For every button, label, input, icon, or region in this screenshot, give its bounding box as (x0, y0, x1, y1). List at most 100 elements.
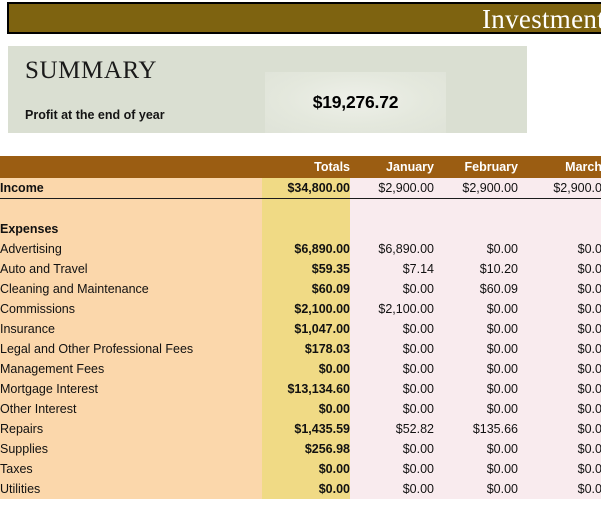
cell-march[interactable]: $0.0 (518, 239, 601, 259)
column-header-label[interactable] (0, 156, 262, 178)
cell-february[interactable]: $0.00 (434, 299, 518, 319)
cell-february[interactable]: $135.66 (434, 419, 518, 439)
cell-march[interactable]: $0.0 (518, 439, 601, 459)
row-label[interactable]: Repairs (0, 419, 262, 439)
table-row[interactable]: Auto and Travel $59.35 $7.14 $10.20 $0.0 (0, 259, 601, 279)
row-label[interactable]: Mortgage Interest (0, 379, 262, 399)
cell-march[interactable]: $0.0 (518, 459, 601, 479)
table-row[interactable]: Taxes $0.00 $0.00 $0.00 $0.0 (0, 459, 601, 479)
table-row[interactable]: Repairs $1,435.59 $52.82 $135.66 $0.0 (0, 419, 601, 439)
row-label[interactable]: Management Fees (0, 359, 262, 379)
row-label[interactable]: Supplies (0, 439, 262, 459)
cell-march[interactable]: $0.0 (518, 279, 601, 299)
cell-march[interactable]: $0.0 (518, 319, 601, 339)
table-row[interactable]: Commissions $2,100.00 $2,100.00 $0.00 $0.0 (0, 299, 601, 319)
cell-february[interactable]: $60.09 (434, 279, 518, 299)
cell-january[interactable]: $0.00 (350, 459, 434, 479)
cell-march[interactable]: $0.0 (518, 359, 601, 379)
table-row[interactable]: Legal and Other Professional Fees $178.03… (0, 339, 601, 359)
table-row[interactable]: Management Fees $0.00 $0.00 $0.00 $0.0 (0, 359, 601, 379)
title-banner: Investment (7, 2, 601, 34)
cell-january[interactable]: $2,900.00 (350, 178, 434, 199)
cell-february[interactable]: $0.00 (434, 479, 518, 499)
summary-panel: SUMMARY Profit at the end of year $19,27… (8, 46, 527, 133)
cell-totals[interactable]: $256.98 (262, 439, 350, 459)
cell-totals[interactable]: $0.00 (262, 479, 350, 499)
table-row[interactable]: Insurance $1,047.00 $0.00 $0.00 $0.0 (0, 319, 601, 339)
cell-totals[interactable]: $0.00 (262, 359, 350, 379)
section-march[interactable] (518, 219, 601, 239)
table-row[interactable]: Advertising $6,890.00 $6,890.00 $0.00 $0.0 (0, 239, 601, 259)
cell-march[interactable]: $0.0 (518, 339, 601, 359)
cell-totals[interactable]: $1,435.59 (262, 419, 350, 439)
row-label[interactable]: Legal and Other Professional Fees (0, 339, 262, 359)
cell-totals[interactable]: $60.09 (262, 279, 350, 299)
profit-value: $19,276.72 (312, 92, 399, 112)
cell-march[interactable]: $2,900.0 (518, 178, 601, 199)
cell-february[interactable]: $0.00 (434, 439, 518, 459)
cell-march[interactable]: $0.0 (518, 419, 601, 439)
cell-february[interactable]: $0.00 (434, 339, 518, 359)
cell-february[interactable]: $0.00 (434, 459, 518, 479)
cell-totals[interactable]: $6,890.00 (262, 239, 350, 259)
section-label[interactable]: Expenses (0, 219, 262, 239)
cell-january[interactable]: $7.14 (350, 259, 434, 279)
cell-january[interactable]: $0.00 (350, 439, 434, 459)
cell-february[interactable]: $0.00 (434, 359, 518, 379)
cell-february[interactable]: $10.20 (434, 259, 518, 279)
table-header: Totals January February March (0, 156, 601, 178)
column-header-february[interactable]: February (434, 156, 518, 178)
column-header-january[interactable]: January (350, 156, 434, 178)
table-row[interactable]: Cleaning and Maintenance $60.09 $0.00 $60.0… (0, 279, 601, 299)
cell-march[interactable]: $0.0 (518, 379, 601, 399)
row-label[interactable]: Other Interest (0, 399, 262, 419)
cell-january[interactable]: $0.00 (350, 279, 434, 299)
cell-totals[interactable]: $34,800.00 (262, 178, 350, 199)
cell-totals[interactable]: $178.03 (262, 339, 350, 359)
table-row-income[interactable]: Income $34,800.00 $2,900.00 $2,900.00 $2… (0, 178, 601, 199)
table-row[interactable]: Supplies $256.98 $0.00 $0.00 $0.0 (0, 439, 601, 459)
row-label[interactable]: Income (0, 178, 262, 199)
row-label[interactable]: Advertising (0, 239, 262, 259)
cell-february[interactable]: $0.00 (434, 379, 518, 399)
row-label[interactable]: Cleaning and Maintenance (0, 279, 262, 299)
column-header-totals[interactable]: Totals (262, 156, 350, 178)
cell-january[interactable]: $6,890.00 (350, 239, 434, 259)
row-label[interactable]: Utilities (0, 479, 262, 499)
section-totals[interactable] (262, 219, 350, 239)
cell-march[interactable]: $0.0 (518, 299, 601, 319)
section-february[interactable] (434, 219, 518, 239)
table-row[interactable]: Mortgage Interest $13,134.60 $0.00 $0.00 $0.… (0, 379, 601, 399)
cell-january[interactable]: $0.00 (350, 359, 434, 379)
table-row[interactable]: Other Interest $0.00 $0.00 $0.00 $0.0 (0, 399, 601, 419)
row-label[interactable]: Insurance (0, 319, 262, 339)
cell-february[interactable]: $0.00 (434, 399, 518, 419)
row-label[interactable]: Commissions (0, 299, 262, 319)
cell-march[interactable]: $0.0 (518, 479, 601, 499)
column-header-march[interactable]: March (518, 156, 601, 178)
table-row-expenses-header[interactable]: Expenses (0, 219, 601, 239)
cell-february[interactable]: $0.00 (434, 319, 518, 339)
cell-january[interactable]: $52.82 (350, 419, 434, 439)
table-row[interactable]: Utilities $0.00 $0.00 $0.00 $0.0 (0, 479, 601, 499)
cell-february[interactable]: $2,900.00 (434, 178, 518, 199)
cell-march[interactable]: $0.0 (518, 399, 601, 419)
row-label[interactable]: Taxes (0, 459, 262, 479)
cell-january[interactable]: $0.00 (350, 319, 434, 339)
spacer-february (434, 198, 518, 219)
cell-january[interactable]: $0.00 (350, 479, 434, 499)
cell-january[interactable]: $0.00 (350, 399, 434, 419)
cell-january[interactable]: $0.00 (350, 379, 434, 399)
cell-january[interactable]: $0.00 (350, 339, 434, 359)
cell-totals[interactable]: $59.35 (262, 259, 350, 279)
cell-totals[interactable]: $2,100.00 (262, 299, 350, 319)
cell-march[interactable]: $0.0 (518, 259, 601, 279)
row-label[interactable]: Auto and Travel (0, 259, 262, 279)
cell-totals[interactable]: $0.00 (262, 459, 350, 479)
section-january[interactable] (350, 219, 434, 239)
cell-january[interactable]: $2,100.00 (350, 299, 434, 319)
cell-totals[interactable]: $1,047.00 (262, 319, 350, 339)
cell-totals[interactable]: $13,134.60 (262, 379, 350, 399)
cell-totals[interactable]: $0.00 (262, 399, 350, 419)
cell-february[interactable]: $0.00 (434, 239, 518, 259)
